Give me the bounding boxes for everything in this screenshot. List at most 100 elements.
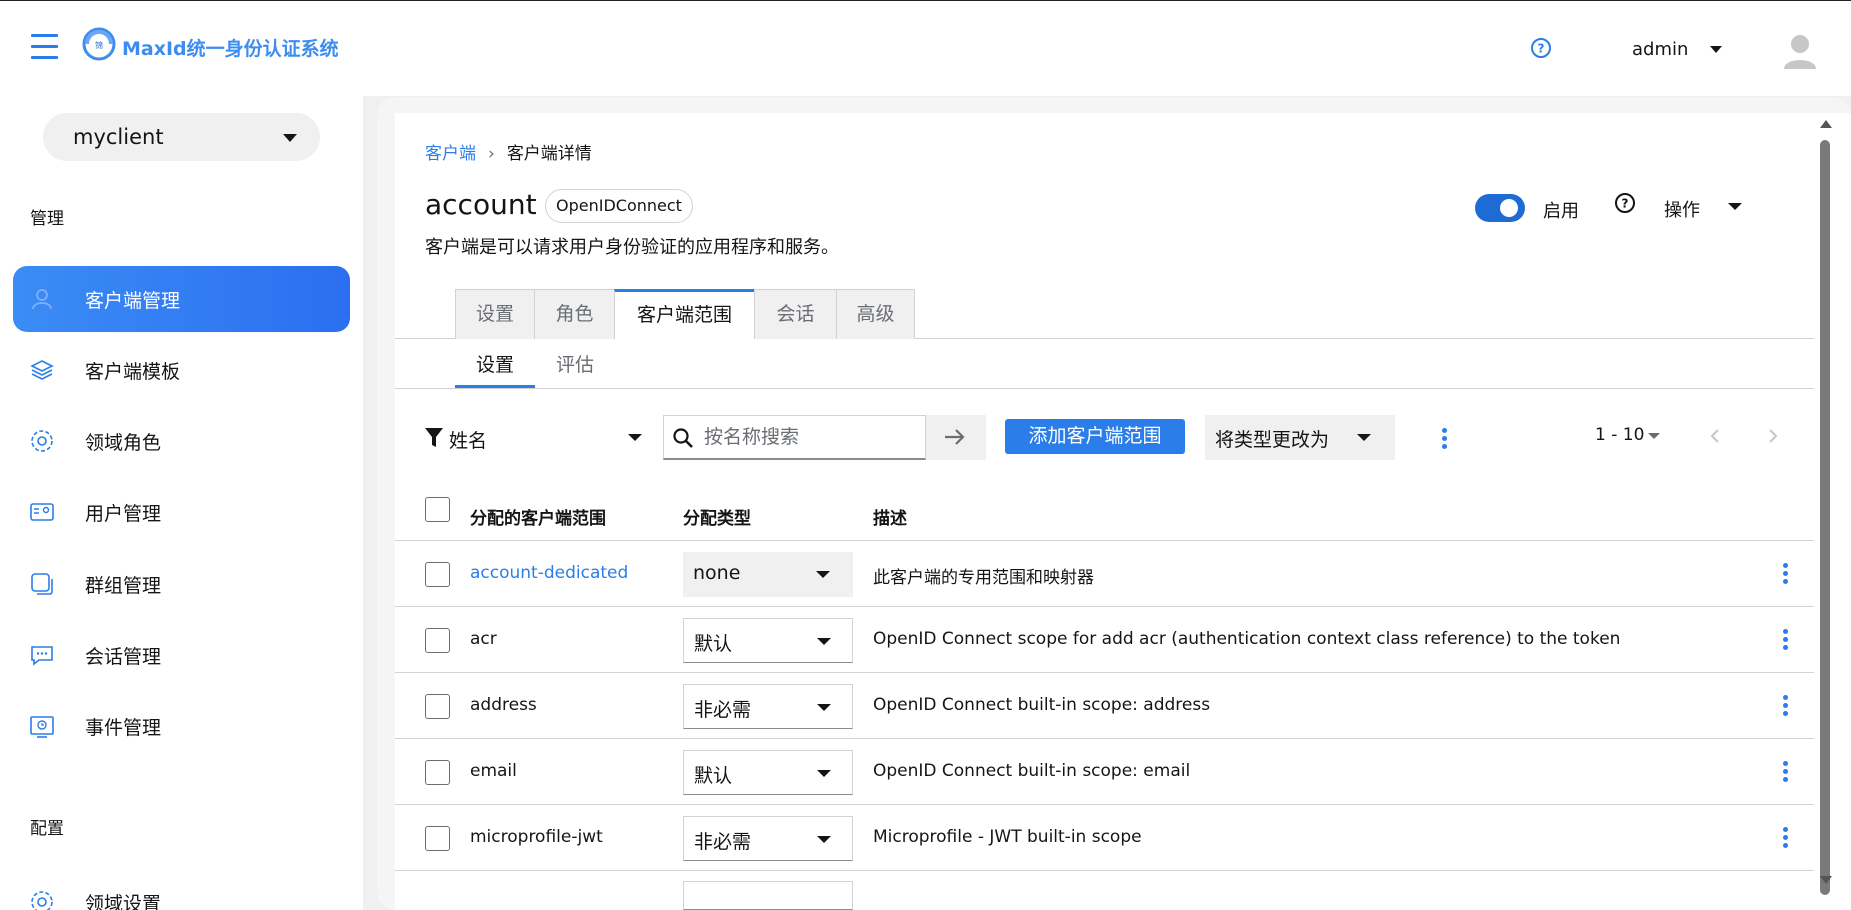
chevron-down-icon[interactable] [1710, 46, 1722, 53]
sidebar-item-sessions[interactable]: 会话管理 [13, 622, 350, 688]
search-submit-button[interactable] [926, 415, 986, 460]
add-client-scope-button[interactable]: 添加客户端范围 [1005, 419, 1185, 454]
table-divider [395, 804, 1814, 805]
assigned-type-select[interactable]: 默认 [683, 618, 853, 663]
scrollbar-thumb[interactable] [1820, 140, 1830, 895]
column-header-scope[interactable]: 分配的客户端范围 [470, 504, 606, 529]
filter-select-label: 姓名 [449, 430, 488, 452]
scroll-down-icon[interactable] [1820, 876, 1832, 884]
enabled-toggle[interactable] [1475, 194, 1525, 222]
section-title-config: 配置 [30, 819, 64, 839]
filter-select[interactable]: 姓名 [425, 420, 647, 460]
table-row-description: OpenID Connect scope for add acr (authen… [873, 629, 1621, 649]
assigned-type-select[interactable] [683, 881, 853, 910]
hamburger-menu-icon[interactable] [31, 34, 58, 60]
action-dropdown[interactable]: 操作 [1664, 196, 1700, 222]
row-kebab-icon[interactable] [1783, 629, 1789, 651]
sidebar-item-groups[interactable]: 群组管理 [13, 551, 350, 617]
table-row-name: email [470, 761, 517, 781]
assigned-type-select[interactable]: 非必需 [683, 684, 853, 729]
chevron-down-icon[interactable] [1648, 433, 1660, 439]
tab-roles[interactable]: 角色 [534, 289, 615, 339]
chevron-right-icon: › [488, 144, 495, 164]
sidebar-item-client-templates[interactable]: 客户端模板 [13, 337, 350, 403]
scroll-up-icon[interactable] [1820, 120, 1832, 128]
select-all-checkbox[interactable] [425, 497, 450, 522]
table-row-name: microprofile-jwt [470, 827, 603, 847]
subtab-settings[interactable]: 设置 [455, 350, 535, 388]
table-divider [395, 672, 1814, 673]
previous-page-icon[interactable] [1708, 428, 1722, 444]
change-type-dropdown[interactable]: 将类型更改为 [1205, 415, 1395, 460]
sidebar-item-events[interactable]: 事件管理 [13, 693, 350, 759]
sidebar-item-realm-roles[interactable]: 领域角色 [13, 408, 350, 474]
svg-text:锦: 锦 [95, 40, 103, 50]
page-title: account [425, 188, 537, 221]
pagination-per-page[interactable]: 1 - 10 [1595, 425, 1644, 445]
chevron-down-icon [283, 134, 297, 142]
table-row-name-link[interactable]: account-dedicated [470, 563, 628, 583]
sidebar-item-label: 会话管理 [85, 646, 162, 668]
help-circle-icon[interactable]: ? [1530, 37, 1552, 59]
id-card-icon [30, 503, 54, 521]
search-input[interactable] [704, 424, 914, 450]
assigned-type-select[interactable]: 默认 [683, 750, 853, 795]
assigned-type-value: 非必需 [694, 699, 752, 721]
chevron-down-icon [628, 434, 642, 441]
chevron-down-icon [816, 571, 830, 578]
protocol-badge: OpenIDConnect [545, 189, 693, 223]
tab-advanced[interactable]: 高级 [836, 289, 915, 339]
breadcrumb-link-clients[interactable]: 客户端 [425, 144, 476, 164]
row-checkbox[interactable] [425, 760, 450, 785]
breadcrumb: 客户端 › 客户端详情 [425, 139, 592, 164]
subtab-evaluate[interactable]: 评估 [535, 350, 615, 388]
assigned-type-value: 非必需 [694, 831, 752, 853]
tab-sessions[interactable]: 会话 [754, 289, 837, 339]
assigned-type-value: none [693, 562, 741, 584]
chevron-down-icon [817, 836, 831, 843]
gear-icon [31, 430, 53, 452]
sidebar-item-clients[interactable]: 客户端管理 [13, 266, 350, 332]
event-icon [30, 716, 54, 738]
sidebar-item-realm-settings[interactable]: 领域设置 [13, 869, 350, 910]
tab-client-scopes[interactable]: 客户端范围 [614, 289, 755, 339]
arrow-right-icon [945, 429, 965, 445]
brand-logo-icon: 锦 [82, 27, 116, 61]
enabled-toggle-label: 启用 [1543, 201, 1579, 222]
sidebar-item-label: 客户端管理 [85, 290, 181, 312]
table-divider [395, 870, 1814, 871]
row-kebab-icon[interactable] [1783, 563, 1789, 585]
row-kebab-icon[interactable] [1783, 761, 1789, 783]
sidebar-item-users[interactable]: 用户管理 [13, 479, 350, 545]
search-box [663, 415, 926, 460]
brand-title: MaxId统一身份认证系统 [122, 38, 339, 60]
user-icon [32, 289, 52, 310]
row-checkbox[interactable] [425, 694, 450, 719]
assigned-type-select: none [683, 552, 853, 597]
chevron-down-icon[interactable] [1728, 203, 1742, 210]
table-row-description: 此客户端的专用范围和映射器 [873, 568, 1094, 588]
chevron-down-icon [817, 704, 831, 711]
row-checkbox[interactable] [425, 628, 450, 653]
section-title-manage: 管理 [30, 209, 64, 229]
table-row-description: OpenID Connect built-in scope: address [873, 695, 1211, 715]
row-kebab-icon[interactable] [1783, 827, 1789, 849]
sidebar-item-label: 事件管理 [85, 717, 162, 739]
user-menu[interactable]: admin [1632, 39, 1688, 60]
table-row-name: address [470, 695, 537, 715]
toolbar-kebab-icon[interactable] [1442, 428, 1448, 450]
column-header-type[interactable]: 分配类型 [683, 504, 751, 529]
avatar[interactable] [1782, 31, 1818, 71]
row-checkbox[interactable] [425, 826, 450, 851]
assigned-type-select[interactable]: 非必需 [683, 816, 853, 861]
chevron-down-icon [1357, 434, 1371, 441]
column-header-description: 描述 [873, 509, 907, 529]
tab-settings[interactable]: 设置 [455, 289, 535, 339]
search-icon [673, 428, 693, 448]
subtabs-divider [395, 388, 1814, 389]
realm-selector[interactable]: myclient [43, 113, 320, 161]
row-kebab-icon[interactable] [1783, 695, 1789, 717]
row-checkbox[interactable] [425, 562, 450, 587]
help-circle-icon[interactable]: ? [1614, 192, 1636, 214]
next-page-icon[interactable] [1766, 428, 1780, 444]
